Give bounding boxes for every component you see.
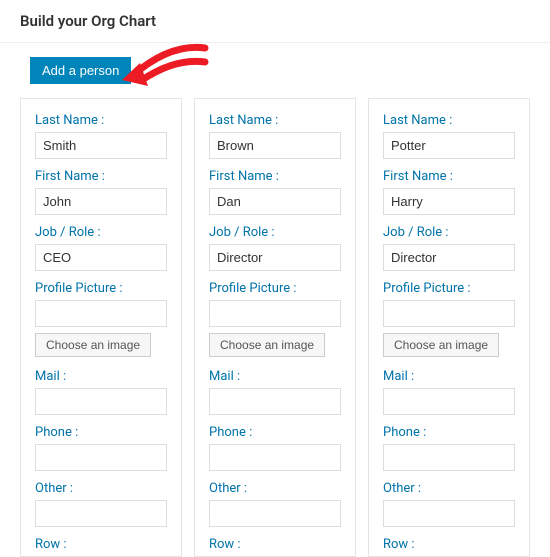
other-field[interactable] xyxy=(383,500,515,527)
last-name-label: Last Name : xyxy=(35,113,167,128)
job-field[interactable] xyxy=(209,244,341,271)
toolbar: Add a person xyxy=(0,43,550,98)
phone-field[interactable] xyxy=(383,444,515,471)
first-name-field[interactable] xyxy=(35,188,167,215)
mail-field[interactable] xyxy=(383,388,515,415)
page-title: Build your Org Chart xyxy=(0,0,550,43)
profile-picture-field[interactable] xyxy=(35,300,167,327)
other-label: Other : xyxy=(383,481,515,496)
last-name-label: Last Name : xyxy=(209,113,341,128)
row-label: Row : xyxy=(383,537,515,552)
person-card: Last Name : First Name : Job / Role : Pr… xyxy=(368,98,530,557)
job-field[interactable] xyxy=(383,244,515,271)
first-name-field[interactable] xyxy=(209,188,341,215)
person-card: Last Name : First Name : Job / Role : Pr… xyxy=(20,98,182,557)
other-label: Other : xyxy=(35,481,167,496)
last-name-field[interactable] xyxy=(383,132,515,159)
last-name-field[interactable] xyxy=(209,132,341,159)
choose-image-button[interactable]: Choose an image xyxy=(35,333,151,357)
mail-label: Mail : xyxy=(35,369,167,384)
add-person-button[interactable]: Add a person xyxy=(30,57,131,84)
phone-label: Phone : xyxy=(383,425,515,440)
choose-image-button[interactable]: Choose an image xyxy=(383,333,499,357)
other-label: Other : xyxy=(209,481,341,496)
job-label: Job / Role : xyxy=(383,225,515,240)
first-name-field[interactable] xyxy=(383,188,515,215)
choose-image-button[interactable]: Choose an image xyxy=(209,333,325,357)
last-name-label: Last Name : xyxy=(383,113,515,128)
last-name-field[interactable] xyxy=(35,132,167,159)
mail-label: Mail : xyxy=(209,369,341,384)
phone-field[interactable] xyxy=(35,444,167,471)
first-name-label: First Name : xyxy=(35,169,167,184)
profile-picture-label: Profile Picture : xyxy=(209,281,341,296)
arrow-annotation-icon xyxy=(120,38,210,98)
row-label: Row : xyxy=(209,537,341,552)
phone-field[interactable] xyxy=(209,444,341,471)
first-name-label: First Name : xyxy=(209,169,341,184)
phone-label: Phone : xyxy=(35,425,167,440)
other-field[interactable] xyxy=(35,500,167,527)
job-label: Job / Role : xyxy=(35,225,167,240)
person-cards: Last Name : First Name : Job / Role : Pr… xyxy=(0,98,550,557)
phone-label: Phone : xyxy=(209,425,341,440)
other-field[interactable] xyxy=(209,500,341,527)
job-field[interactable] xyxy=(35,244,167,271)
mail-field[interactable] xyxy=(35,388,167,415)
first-name-label: First Name : xyxy=(383,169,515,184)
profile-picture-label: Profile Picture : xyxy=(35,281,167,296)
profile-picture-field[interactable] xyxy=(209,300,341,327)
profile-picture-label: Profile Picture : xyxy=(383,281,515,296)
job-label: Job / Role : xyxy=(209,225,341,240)
mail-label: Mail : xyxy=(383,369,515,384)
mail-field[interactable] xyxy=(209,388,341,415)
person-card: Last Name : First Name : Job / Role : Pr… xyxy=(194,98,356,557)
row-label: Row : xyxy=(35,537,167,552)
profile-picture-field[interactable] xyxy=(383,300,515,327)
